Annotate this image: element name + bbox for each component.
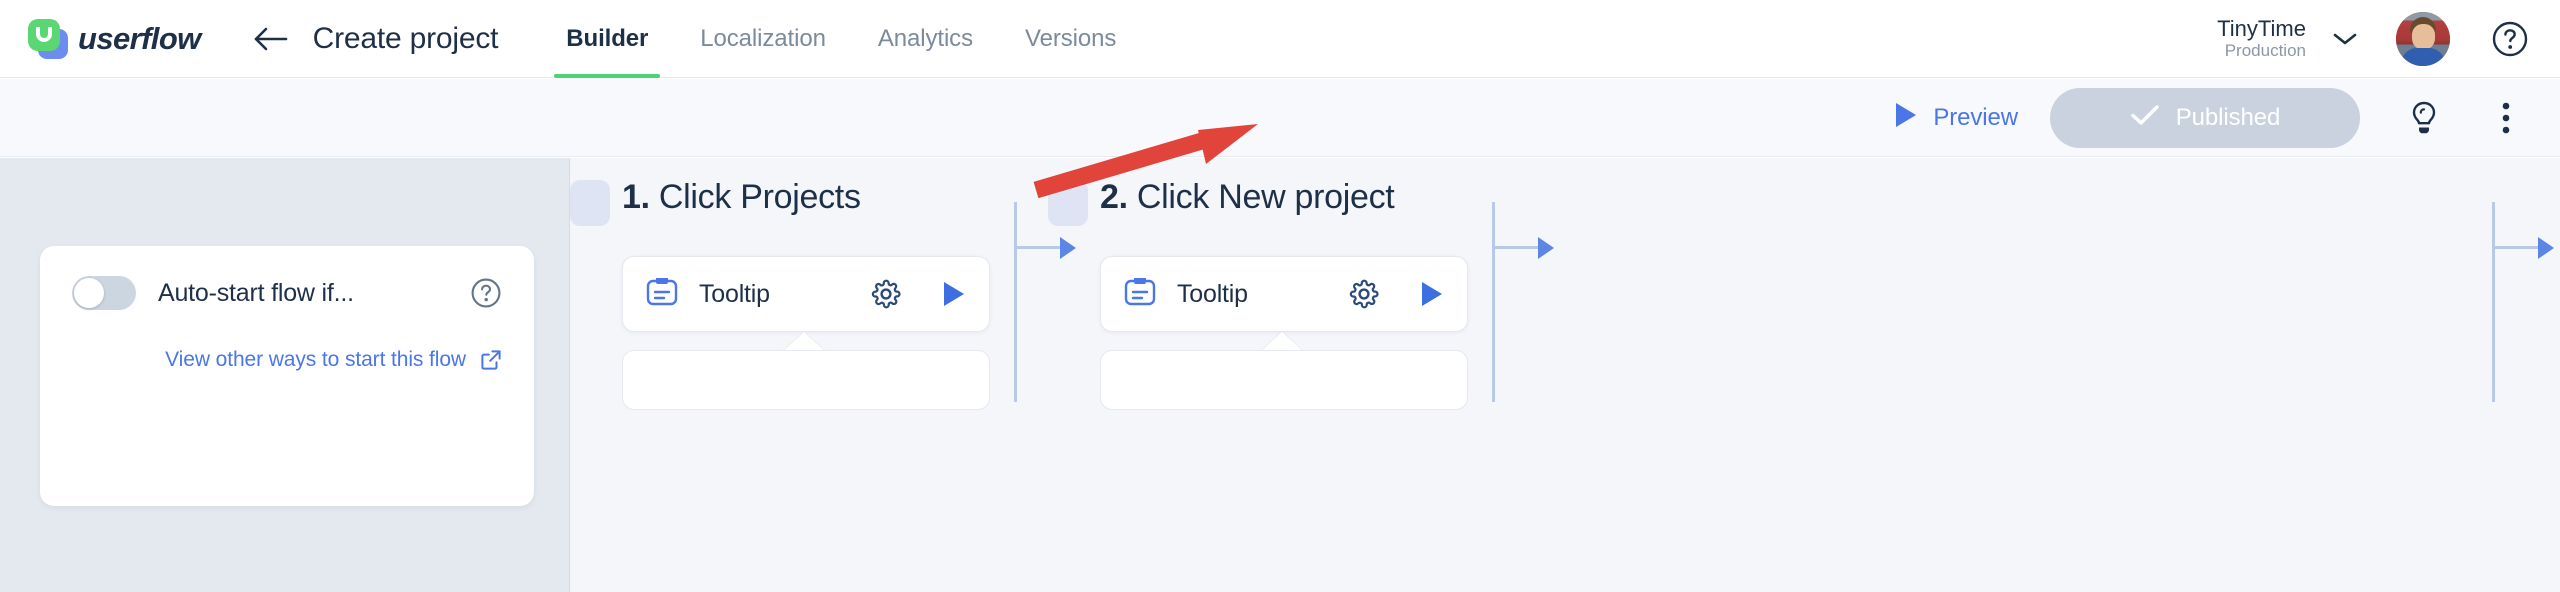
chevron-down-icon[interactable] <box>2330 24 2360 54</box>
external-link-icon[interactable] <box>480 349 502 371</box>
step-1-node-label: Tooltip <box>699 279 770 308</box>
auto-start-toggle[interactable] <box>72 276 136 310</box>
lightbulb-icon[interactable] <box>2404 98 2444 138</box>
step-2-node-body[interactable] <box>1100 350 1468 410</box>
auto-start-row: Auto-start flow if... <box>72 276 502 310</box>
tooltip-icon <box>1123 275 1157 314</box>
step-2-number: 2. <box>1100 178 1128 216</box>
tab-builder[interactable]: Builder <box>540 0 674 78</box>
step-1-node-card[interactable]: Tooltip <box>622 256 990 332</box>
play-icon[interactable] <box>941 279 967 309</box>
step-1-badge <box>570 180 610 226</box>
play-icon <box>1893 100 1919 135</box>
userflow-logo[interactable]: userflow <box>28 18 201 59</box>
auto-start-card: Auto-start flow if... View other ways to… <box>40 246 534 506</box>
published-button[interactable]: Published <box>2050 87 2360 148</box>
other-ways-row: View other ways to start this flow <box>72 348 502 372</box>
org-name: TinyTime <box>2217 16 2306 42</box>
auto-start-label: Auto-start flow if... <box>158 278 354 307</box>
step-2-title-text: Click New project <box>1136 178 1395 216</box>
userflow-logo-text: userflow <box>78 20 201 56</box>
userflow-logo-icon <box>28 18 68 59</box>
step-1-title-text: Click Projects <box>658 178 861 216</box>
step-1-node-body[interactable] <box>622 350 990 410</box>
step-1-number: 1. <box>622 178 650 216</box>
back-arrow-icon[interactable] <box>249 17 293 61</box>
header-right-cluster: TinyTime Production <box>2217 11 2530 66</box>
more-vertical-icon[interactable] <box>2486 98 2526 138</box>
step-2-node-tail <box>1260 332 1304 352</box>
help-circle-icon[interactable] <box>470 277 502 309</box>
help-circle-icon[interactable] <box>2490 19 2530 59</box>
step-2-node-label: Tooltip <box>1177 279 1248 308</box>
gear-icon[interactable] <box>1349 279 1379 309</box>
gear-icon[interactable] <box>871 279 901 309</box>
step-2-title: 2. Click New project <box>1100 178 1395 217</box>
preview-button[interactable]: Preview <box>1893 100 2018 135</box>
tab-versions[interactable]: Versions <box>999 0 1142 78</box>
step-2-node-card[interactable]: Tooltip <box>1100 256 1468 332</box>
step-1-node-tail <box>782 332 826 352</box>
play-icon[interactable] <box>1419 279 1445 309</box>
main-tabs: Builder Localization Analytics Versions <box>540 0 1142 78</box>
tab-analytics[interactable]: Analytics <box>852 0 999 78</box>
userflow-builder-screen: userflow Create project Builder Localiza… <box>0 0 2560 592</box>
preview-button-label: Preview <box>1933 103 2018 131</box>
step-2-badge <box>1048 180 1088 226</box>
org-environment: Production <box>2224 41 2306 61</box>
org-switcher[interactable]: TinyTime Production <box>2217 16 2306 61</box>
published-button-label: Published <box>2175 103 2281 131</box>
avatar[interactable] <box>2396 11 2450 66</box>
check-icon <box>2130 103 2160 132</box>
flow-side-panel: Auto-start flow if... View other ways to… <box>0 158 570 592</box>
tab-localization[interactable]: Localization <box>674 0 852 78</box>
tooltip-icon <box>645 275 679 314</box>
step-1-title: 1. Click Projects <box>622 178 861 217</box>
page-title: Create project <box>312 21 499 55</box>
app-header: userflow Create project Builder Localiza… <box>0 0 2560 78</box>
view-other-ways-link[interactable]: View other ways to start this flow <box>165 348 466 372</box>
flow-canvas: Auto-start flow if... View other ways to… <box>0 158 2560 592</box>
builder-toolbar: Preview Published <box>0 79 2560 157</box>
